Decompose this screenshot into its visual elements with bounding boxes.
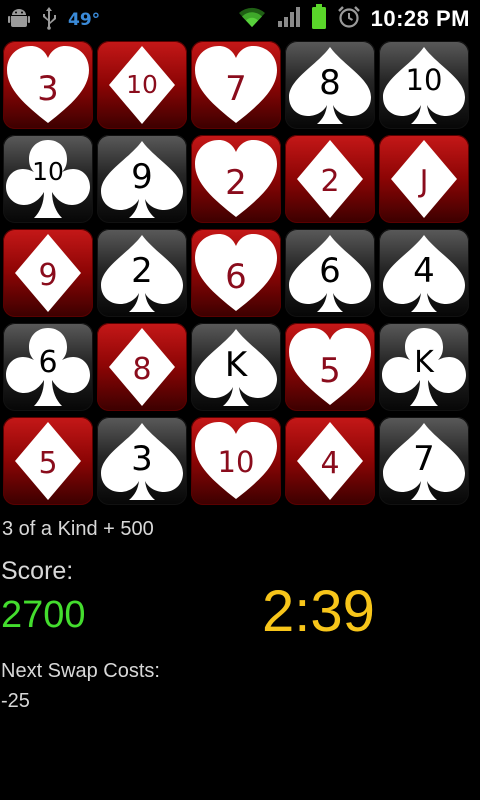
- spade-suit-icon: [289, 47, 371, 124]
- card-tile-r4-c1[interactable]: 6: [3, 323, 93, 411]
- card-tile-r2-c5[interactable]: J: [379, 135, 469, 223]
- card-tile-r4-c2[interactable]: 8: [97, 323, 187, 411]
- swap-cost-value: -25: [1, 690, 30, 712]
- card-tile-r3-c2[interactable]: 2: [97, 229, 187, 317]
- club-suit-icon: [6, 140, 90, 218]
- signal-icon: [277, 5, 301, 33]
- card-tile-r2-c1[interactable]: 10: [3, 135, 93, 223]
- card-tile-r2-c4[interactable]: 2: [285, 135, 375, 223]
- card-tile-r3-c4[interactable]: 6: [285, 229, 375, 317]
- diamond-suit-icon: [15, 234, 81, 312]
- spade-suit-icon: [383, 235, 465, 312]
- temperature: 49°: [68, 10, 101, 30]
- card-tile-r1-c4[interactable]: 8: [285, 41, 375, 129]
- card-tile-r5-c5[interactable]: 7: [379, 417, 469, 505]
- card-tile-r1-c3[interactable]: 7: [191, 41, 281, 129]
- card-tile-r4-c5[interactable]: K: [379, 323, 469, 411]
- card-tile-r1-c2[interactable]: 10: [97, 41, 187, 129]
- clock: 10:28 PM: [370, 6, 470, 31]
- android-debug-icon: [8, 6, 30, 34]
- timer: 2:39: [262, 579, 375, 644]
- card-tile-r5-c1[interactable]: 5: [3, 417, 93, 505]
- card-tile-r5-c3[interactable]: 10: [191, 417, 281, 505]
- heart-suit-icon: [289, 328, 371, 405]
- status-right: 10:28 PM: [237, 4, 470, 34]
- diamond-suit-icon: [391, 140, 457, 218]
- spade-suit-icon: [383, 423, 465, 500]
- wifi-icon: [237, 5, 267, 33]
- spade-suit-icon: [383, 47, 465, 124]
- spade-suit-icon: [195, 329, 277, 406]
- heart-suit-icon: [195, 422, 277, 499]
- card-tile-r4-c4[interactable]: 5: [285, 323, 375, 411]
- diamond-suit-icon: [109, 328, 175, 406]
- heart-suit-icon: [195, 234, 277, 311]
- card-tile-r4-c3[interactable]: K: [191, 323, 281, 411]
- card-tile-r2-c2[interactable]: 9: [97, 135, 187, 223]
- combo-message: 3 of a Kind + 500: [2, 518, 154, 540]
- usb-icon: [40, 6, 58, 34]
- card-tile-r5-c4[interactable]: 4: [285, 417, 375, 505]
- spade-suit-icon: [289, 235, 371, 312]
- score-value: 2700: [1, 594, 86, 636]
- diamond-suit-icon: [297, 140, 363, 218]
- heart-suit-icon: [7, 46, 89, 123]
- card-tile-r2-c3[interactable]: 2: [191, 135, 281, 223]
- spade-suit-icon: [101, 141, 183, 218]
- spade-suit-icon: [101, 423, 183, 500]
- club-suit-icon: [6, 328, 90, 406]
- heart-suit-icon: [195, 46, 277, 123]
- score-label: Score:: [1, 557, 74, 585]
- card-tile-r3-c3[interactable]: 6: [191, 229, 281, 317]
- diamond-suit-icon: [297, 422, 363, 500]
- diamond-suit-icon: [15, 422, 81, 500]
- swap-cost-label: Next Swap Costs:: [1, 660, 160, 682]
- diamond-suit-icon: [109, 46, 175, 124]
- card-tile-r1-c1[interactable]: 3: [3, 41, 93, 129]
- heart-suit-icon: [195, 140, 277, 217]
- club-suit-icon: [382, 328, 466, 406]
- card-tile-r3-c5[interactable]: 4: [379, 229, 469, 317]
- status-left: 49°: [8, 6, 100, 34]
- card-tile-r3-c1[interactable]: 9: [3, 229, 93, 317]
- battery-icon: [311, 4, 327, 34]
- spade-suit-icon: [101, 235, 183, 312]
- alarm-icon: [337, 5, 361, 33]
- card-tile-r5-c2[interactable]: 3: [97, 417, 187, 505]
- card-grid: 3 10 7 8 10 10 9 2 2 J 9 2 6 6 4 6 8 K 5 K 5 3 10 4 7: [3, 41, 477, 511]
- card-tile-r1-c5[interactable]: 10: [379, 41, 469, 129]
- status-bar: 49° 10:28 PM: [0, 0, 480, 38]
